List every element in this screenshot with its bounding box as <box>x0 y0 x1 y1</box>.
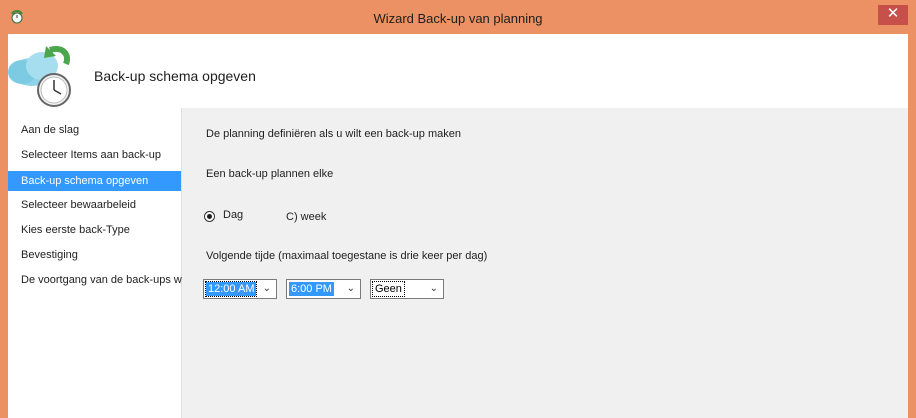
wizard-steps-sidebar: Aan de slag Selecteer Items aan back-up … <box>8 108 213 418</box>
close-icon: ✕ <box>886 5 900 22</box>
window-title: Wizard Back-up van planning <box>373 11 543 26</box>
step-confirmation[interactable]: Bevestiging <box>8 245 181 265</box>
radio-daily[interactable] <box>204 211 215 222</box>
step-select-items[interactable]: Selecteer Items aan back-up <box>8 145 181 165</box>
radio-daily-label[interactable]: Dag <box>223 209 243 221</box>
page-title: Back-up schema opgeven <box>94 68 256 84</box>
time-select-2[interactable]: 6:00 PM ⌄ <box>286 279 361 299</box>
close-button[interactable]: ✕ <box>878 5 908 25</box>
chevron-down-icon: ⌄ <box>346 283 355 294</box>
times-label: Volgende tijde (maximaal toegestane is d… <box>206 250 488 262</box>
wizard-header: Back-up schema opgeven <box>8 34 908 108</box>
chevron-down-icon: ⌄ <box>262 283 271 294</box>
radio-weekly-label[interactable]: C) week <box>286 211 326 223</box>
frequency-label: Een back-up plannen elke <box>206 168 334 180</box>
chevron-down-icon: ⌄ <box>429 283 438 294</box>
step-getting-started[interactable]: Aan de slag <box>8 120 181 140</box>
radio-selected-dot <box>207 214 212 219</box>
step-specify-schedule[interactable]: Back-up schema opgeven <box>8 171 181 191</box>
step-initial-backup-type[interactable]: Kies eerste back-Type <box>8 220 181 240</box>
time-select-3[interactable]: Geen ⌄ <box>370 279 444 299</box>
step-retention-policy[interactable]: Selecteer bewaarbeleid <box>8 195 181 215</box>
window-frame-right <box>908 34 916 418</box>
intro-text: De planning definiëren als u wilt een ba… <box>206 128 461 140</box>
time-select-3-value: Geen <box>372 281 405 297</box>
time-select-1-value: 12:00 AM <box>204 281 258 297</box>
time-select-1[interactable]: 12:00 AM ⌄ <box>203 279 277 299</box>
time-select-2-value: 6:00 PM <box>289 282 334 296</box>
title-bar: Wizard Back-up van planning ✕ <box>0 0 916 34</box>
cloud-backup-clock-icon <box>8 46 71 107</box>
wizard-content: De planning definiëren als u wilt een ba… <box>182 108 908 418</box>
